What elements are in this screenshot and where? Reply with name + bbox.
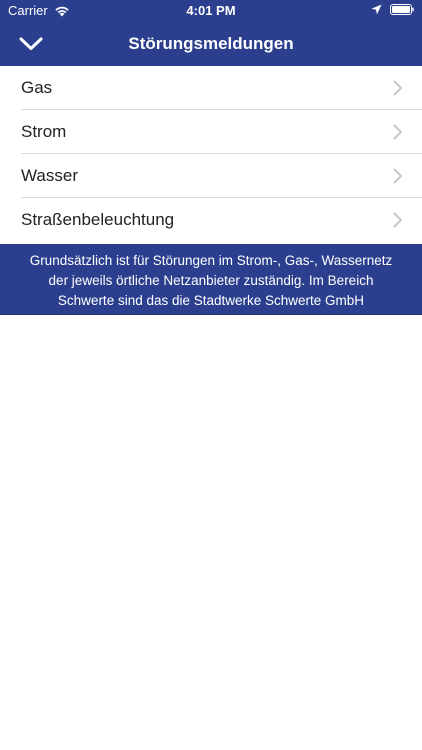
info-text-line: der jeweils örtliche Netzanbieter zustän… (48, 273, 374, 288)
chevron-right-icon (393, 124, 403, 140)
page-title: Störungsmeldungen (128, 34, 294, 53)
battery-icon (390, 3, 414, 15)
list-item-label: Gas (21, 78, 53, 97)
info-text-line: Grundsätzlich ist für Störungen im Strom… (29, 253, 393, 268)
list-item-strom[interactable]: Strom (0, 110, 422, 154)
status-time: 4:01 PM (186, 3, 236, 18)
status-bar: Carrier 4:01 PM (0, 0, 422, 22)
list-item-strassenbeleuchtung[interactable]: Straßenbeleuchtung (0, 198, 422, 242)
screen: Carrier 4:01 PM Störungsmeldungen Gas St… (0, 0, 422, 750)
list-item-wasser[interactable]: Wasser (0, 154, 422, 198)
list-item-gas[interactable]: Gas (0, 66, 422, 110)
fault-category-list: Gas Strom Wasser Straßenbeleuchtung (0, 66, 422, 242)
list-item-label: Strom (21, 122, 67, 141)
list-item-label: Straßenbeleuchtung (21, 210, 175, 229)
navigation-bar: Störungsmeldungen (0, 22, 422, 66)
location-icon (371, 3, 382, 15)
list-item-label: Wasser (21, 166, 78, 185)
chevron-right-icon (393, 212, 403, 228)
chevron-right-icon (393, 80, 403, 96)
chevron-right-icon (393, 168, 403, 184)
info-text-line: Schwerte sind das die Stadtwerke Schwert… (57, 293, 365, 308)
status-right (371, 3, 414, 15)
info-notice: Grundsätzlich ist für Störungen im Strom… (0, 244, 422, 315)
